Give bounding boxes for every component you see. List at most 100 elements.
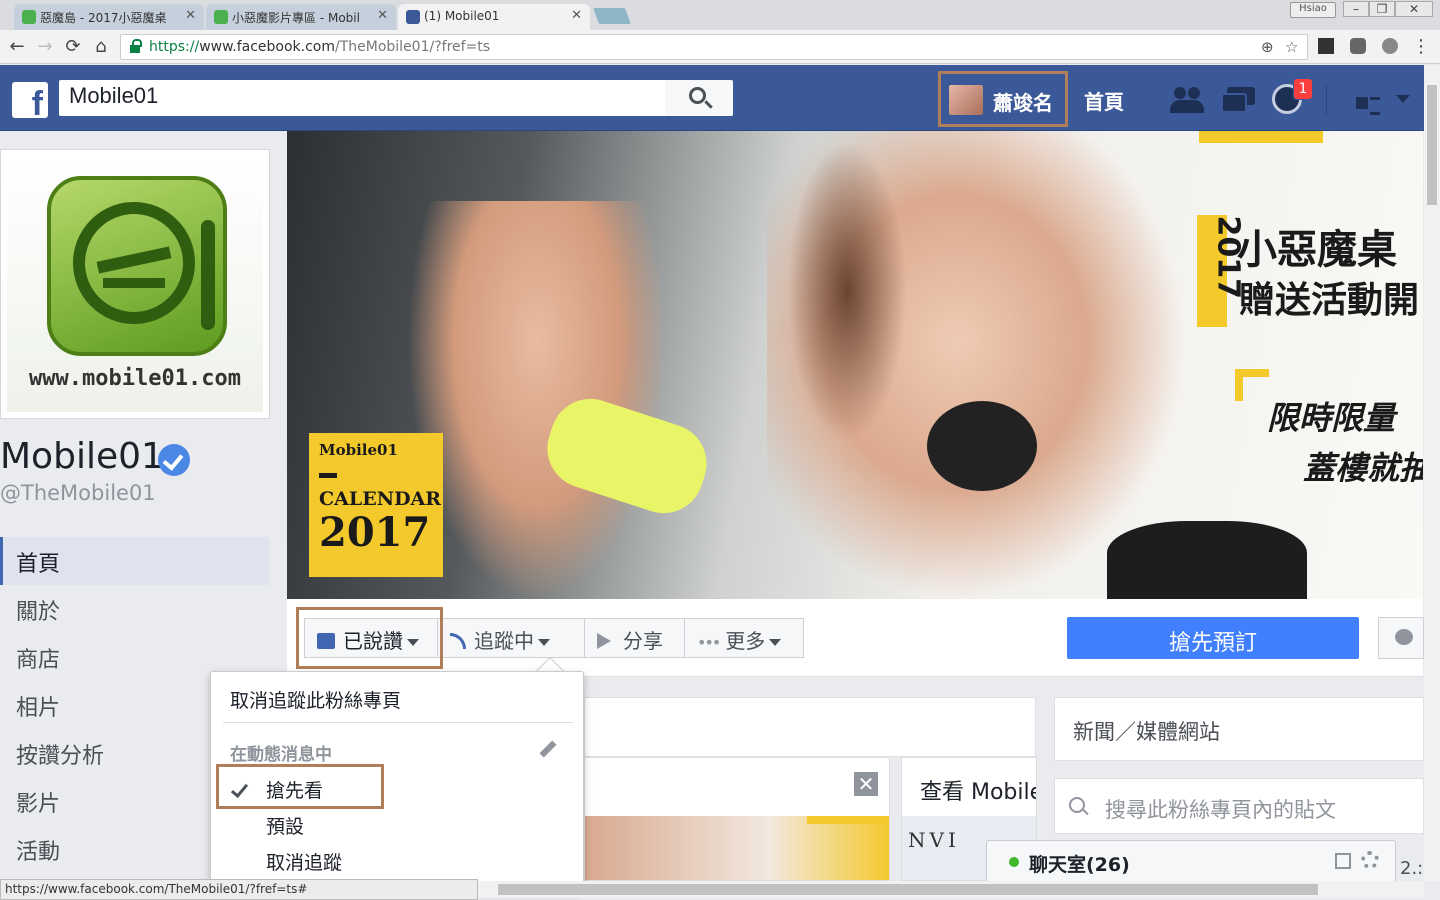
browser-menu-icon[interactable]: ⋮ — [1410, 36, 1432, 57]
browser-tab-3-active[interactable]: (1) Mobile01 ✕ — [398, 4, 590, 30]
browser-tab-2[interactable]: 小惡魔影片專區 - Mobil ✕ — [206, 4, 396, 30]
following-button[interactable]: 追蹤中 — [437, 618, 585, 658]
view-card-title[interactable]: 查看 Mobile — [920, 774, 1036, 806]
post-card[interactable] — [584, 757, 890, 881]
calendar-year: 2017 — [319, 509, 431, 556]
secure-lock-icon — [130, 39, 142, 53]
promo-subheadline: 贈送活動開 — [1239, 279, 1420, 321]
privacy-shortcuts-icon[interactable] — [1354, 87, 1380, 115]
page-nav-home[interactable]: 首頁 — [0, 537, 269, 585]
bookmark-star-icon[interactable]: ☆ — [1285, 38, 1298, 56]
menu-item-unfollow[interactable]: 取消追蹤 — [266, 848, 342, 875]
page-nav-about[interactable]: 關於 — [0, 585, 269, 633]
new-tab-button[interactable] — [593, 8, 631, 24]
promo-corner-mark — [1235, 369, 1269, 401]
vertical-scrollbar[interactable] — [1424, 65, 1440, 881]
share-label: 分享 — [623, 629, 663, 653]
checkmark-icon — [230, 779, 249, 799]
liked-button[interactable]: 已說讚 — [304, 618, 438, 658]
calendar-brand: Mobile01 — [319, 441, 398, 459]
menu-item-unfollow-page[interactable]: 取消追蹤此粉絲專頁 — [230, 686, 401, 713]
page-profile-picture[interactable]: www.mobile01.com — [0, 149, 270, 419]
cover-photo[interactable]: Mobile01 CALENDAR 2017 2017 小惡魔桌 贈送活動開 限… — [287, 131, 1423, 599]
url-host: www.facebook.com — [199, 39, 335, 55]
calendar-word: CALENDAR — [319, 488, 442, 510]
logo-square — [47, 176, 227, 356]
zoom-icon[interactable]: ⊕ — [1261, 38, 1274, 56]
chevron-down-icon — [769, 639, 782, 646]
vertical-scrollbar-thumb[interactable] — [1427, 85, 1437, 205]
calendar-dash — [319, 473, 337, 478]
page-category[interactable]: 新聞／媒體網站 — [1054, 697, 1424, 761]
new-message-icon[interactable] — [1335, 853, 1351, 869]
back-button[interactable]: ← — [6, 36, 28, 57]
search-button[interactable] — [665, 80, 733, 116]
extension-icon[interactable] — [1382, 38, 1398, 54]
facebook-logo[interactable]: f — [12, 82, 48, 118]
close-tab-icon[interactable]: ✕ — [185, 8, 196, 23]
chat-bar[interactable]: 聊天室(26) — [986, 840, 1396, 882]
tab-title: (1) Mobile01 — [424, 9, 500, 23]
forward-button[interactable]: → — [34, 36, 56, 57]
account-menu-caret-icon[interactable] — [1396, 95, 1410, 103]
post-image-accent — [807, 816, 889, 824]
browser-profile-button[interactable]: Hsiao — [1290, 2, 1336, 18]
tab-title: 小惡魔影片專區 - Mobil — [232, 11, 360, 25]
messages-icon[interactable] — [1221, 87, 1255, 113]
url-path: /TheMobile01/?fref=ts — [335, 39, 491, 55]
post-image[interactable] — [585, 816, 889, 880]
home-link[interactable]: 首頁 — [1084, 86, 1124, 115]
home-button[interactable]: ⌂ — [90, 36, 112, 57]
header-divider — [1326, 85, 1327, 115]
reload-button[interactable]: ⟳ — [62, 36, 84, 57]
menu-section-title: 在動態消息中 — [230, 745, 332, 765]
friend-requests-icon[interactable] — [1170, 87, 1204, 113]
browser-tab-strip: 惡魔島 - 2017小惡魔桌 ✕ 小惡魔影片專區 - Mobil ✕ (1) M… — [0, 0, 1440, 30]
browser-toolbar: ← → ⟳ ⌂ https://www.facebook.com/TheMobi… — [0, 30, 1440, 64]
mobile01-favicon-icon — [22, 10, 36, 24]
search-icon — [689, 87, 706, 104]
cover-model-left — [407, 201, 667, 599]
pencil-icon[interactable] — [539, 740, 557, 758]
page-post-search[interactable]: 搜尋此粉絲專頁內的貼文 — [1054, 778, 1424, 834]
gear-icon[interactable] — [1361, 851, 1379, 869]
preorder-cta-button[interactable]: 搶先預訂 — [1067, 617, 1359, 659]
more-label: 更多 — [725, 629, 766, 653]
close-icon[interactable]: ✕ — [854, 772, 878, 796]
page-title[interactable]: Mobile01 — [0, 436, 164, 477]
promo-headline: 小惡魔桌 — [1237, 226, 1397, 273]
chevron-down-icon — [538, 639, 550, 646]
extension-icon[interactable] — [1350, 38, 1366, 54]
chat-label: 聊天室(26) — [1029, 854, 1130, 876]
notification-badge: 1 — [1293, 78, 1313, 100]
horizontal-scrollbar[interactable] — [478, 881, 1424, 898]
tab-title: 惡魔島 - 2017小惡魔桌 — [40, 11, 167, 25]
page-handle[interactable]: @TheMobile01 — [0, 481, 156, 505]
close-window-button[interactable]: ✕ — [1395, 1, 1433, 17]
menu-divider — [223, 722, 573, 723]
feed-card — [584, 697, 1036, 757]
share-button[interactable]: 分享 — [584, 618, 685, 658]
cast-extension-icon[interactable] — [1318, 38, 1334, 54]
browser-tab-1[interactable]: 惡魔島 - 2017小惡魔桌 ✕ — [14, 4, 204, 30]
menu-item-default[interactable]: 預設 — [266, 812, 304, 839]
close-tab-icon[interactable]: ✕ — [377, 8, 388, 23]
horizontal-scrollbar-thumb[interactable] — [498, 884, 1318, 895]
mobile01-favicon-icon — [214, 10, 228, 24]
address-bar[interactable]: https://www.facebook.com/TheMobile01/?fr… — [120, 34, 1308, 60]
message-button[interactable] — [1378, 617, 1424, 659]
rss-icon — [450, 633, 466, 649]
minimize-button[interactable]: – — [1343, 1, 1369, 17]
following-label: 追蹤中 — [474, 629, 534, 653]
close-tab-icon[interactable]: ✕ — [571, 8, 582, 23]
mobile01-logo: www.mobile01.com — [7, 156, 263, 412]
menu-item-see-first[interactable]: 搶先看 — [266, 776, 323, 803]
online-status-icon — [1009, 857, 1019, 867]
user-profile-link[interactable]: 蕭竣名 — [938, 71, 1068, 127]
thumbs-up-icon — [317, 633, 335, 649]
logo-face-icon — [73, 202, 195, 324]
promo-draw: 蓋樓就抽 — [1303, 449, 1423, 487]
facebook-search-input[interactable]: Mobile01 — [59, 80, 665, 116]
maximize-button[interactable]: ❐ — [1369, 1, 1395, 17]
more-button[interactable]: ••• 更多 — [684, 618, 804, 658]
